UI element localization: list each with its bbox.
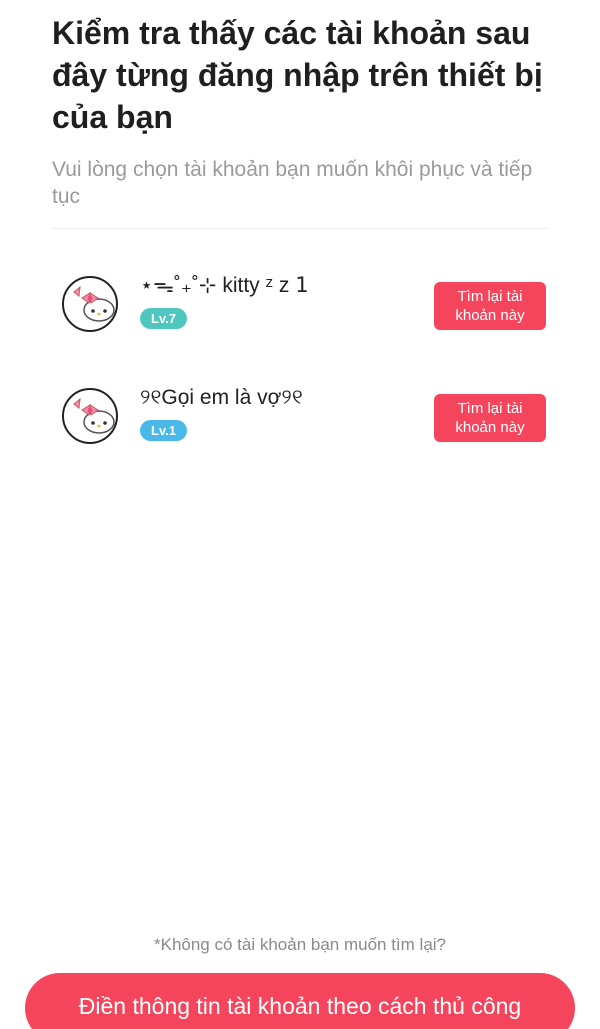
no-account-hint: *Không có tài khoản bạn muốn tìm lại?	[153, 935, 447, 954]
account-name: ⋆ᯓ˚₊˚⊹ kitty ᶻ z 𝟣	[140, 274, 309, 297]
avatar	[62, 388, 118, 444]
manual-entry-button[interactable]: Điền thông tin tài khoản theo cách thủ c…	[25, 973, 575, 1029]
hello-kitty-avatar-icon	[73, 285, 115, 322]
avatar	[62, 276, 118, 332]
account-item: ⋆ᯓ˚₊˚⊹ kitty ᶻ z 𝟣 Lv.7 Tìm lại tài khoả…	[52, 274, 556, 356]
hello-kitty-avatar-icon	[73, 397, 115, 434]
account-item: ୨୧Gọi em là vợ୨୧ Lv.1 Tìm lại tài khoản …	[52, 386, 556, 468]
level-badge: Lv.7	[140, 308, 187, 329]
page-subtitle: Vui lòng chọn tài khoản bạn muốn khôi ph…	[52, 158, 533, 208]
divider	[52, 228, 548, 229]
recover-account-button[interactable]: Tìm lại tài khoản này	[434, 282, 546, 330]
page-title: Kiểm tra thấy các tài khoản sau đây từng…	[52, 15, 543, 135]
level-badge: Lv.1	[140, 420, 187, 441]
recover-account-button[interactable]: Tìm lại tài khoản này	[434, 394, 546, 442]
account-name: ୨୧Gọi em là vợ୨୧	[140, 386, 303, 409]
